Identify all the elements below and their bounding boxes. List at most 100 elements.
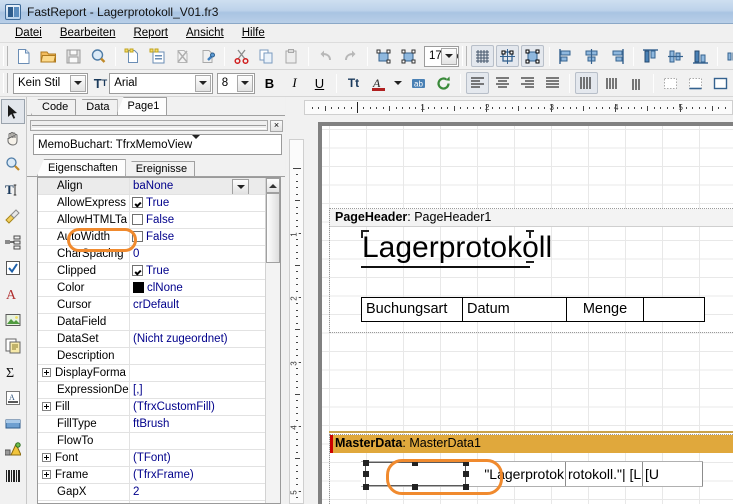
text-align-right-icon[interactable] — [516, 72, 539, 94]
page-settings-icon[interactable] — [196, 45, 219, 67]
property-chevron-down-icon[interactable] — [232, 179, 249, 194]
property-value[interactable]: (TFont) — [130, 450, 265, 466]
preview-icon[interactable] — [87, 45, 110, 67]
expand-plus-icon[interactable] — [42, 470, 51, 479]
text-align-justify-icon[interactable] — [541, 72, 564, 94]
chart-tool-icon[interactable] — [1, 437, 25, 462]
property-value[interactable]: False — [129, 212, 265, 228]
align-left-icon[interactable] — [555, 45, 578, 67]
band-masterdata[interactable]: MasterData: MasterData1 "Lagerprotok rot… — [329, 434, 733, 504]
text-align-center-icon[interactable] — [491, 72, 514, 94]
valign-bottom-icon[interactable] — [625, 72, 648, 94]
barcode-tool-icon[interactable] — [1, 463, 25, 488]
zoom-tool-icon[interactable] — [1, 151, 25, 176]
bold-button[interactable]: B — [258, 72, 281, 94]
property-value[interactable]: True — [129, 195, 265, 211]
hand-tool-icon[interactable] — [1, 125, 25, 150]
underline-button[interactable]: U — [308, 72, 331, 94]
font-combo[interactable]: Arial — [109, 72, 213, 94]
delete-page-icon[interactable] — [171, 45, 194, 67]
tab-eigenschaften[interactable]: Eigenschaften — [37, 159, 126, 176]
property-grid-scrollbar[interactable] — [265, 178, 280, 503]
frame-none-icon[interactable] — [659, 72, 682, 94]
new-dialog-icon[interactable] — [146, 45, 169, 67]
property-value[interactable]: (TfrxCustomFill) — [130, 399, 265, 415]
format-painter-icon[interactable] — [1, 203, 25, 228]
resize-handle-tc[interactable] — [412, 460, 418, 466]
property-grid[interactable]: Align baNone AllowExpress True AllowHTMLTa Fa… — [37, 177, 281, 504]
valign-top-icon[interactable] — [574, 72, 598, 94]
data-cell-2[interactable]: "Lagerprotok — [462, 462, 566, 486]
chevron-down-icon[interactable] — [441, 47, 458, 65]
chevron-down-icon[interactable] — [236, 74, 253, 92]
tab-page1[interactable]: Page1 — [116, 97, 168, 115]
property-row[interactable]: AutoWidth False — [38, 229, 265, 246]
table-header-cell-menge[interactable]: Menge — [567, 298, 644, 321]
rich-text-tool-icon[interactable]: A — [1, 281, 25, 306]
text-tool-icon[interactable]: T — [1, 177, 25, 202]
property-row[interactable]: AllowHTMLTa False — [38, 212, 265, 229]
frame-bottom-icon[interactable] — [684, 72, 707, 94]
redo-icon[interactable] — [339, 45, 362, 67]
expand-plus-icon[interactable] — [42, 453, 51, 462]
property-checkbox[interactable] — [132, 214, 143, 225]
close-icon[interactable]: × — [270, 119, 283, 132]
property-value[interactable]: False — [129, 229, 265, 245]
align-middle-icon[interactable] — [664, 45, 687, 67]
resize-handle-tl[interactable] — [363, 460, 369, 466]
property-value[interactable]: 2 — [130, 484, 265, 500]
property-row[interactable]: GapY1 — [38, 501, 265, 503]
table-header-cell-datum[interactable]: Datum — [463, 298, 567, 321]
toolbar-grip[interactable] — [462, 46, 468, 66]
space-horizontally-icon[interactable] — [723, 45, 733, 67]
property-row[interactable]: DataSet (Nicht zugeordnet) — [38, 331, 265, 348]
text-align-left-icon[interactable] — [465, 72, 489, 94]
tab-data[interactable]: Data — [75, 99, 118, 115]
save-report-icon[interactable] — [62, 45, 85, 67]
menu-item-datei[interactable]: Datei — [6, 25, 51, 41]
resize-handle-br[interactable] — [463, 484, 469, 490]
expand-plus-icon[interactable] — [42, 368, 51, 377]
color-swatch-icon[interactable] — [133, 282, 144, 293]
group-icon[interactable] — [373, 45, 396, 67]
property-value[interactable]: baNone — [130, 178, 265, 194]
scrollbar-track[interactable] — [266, 263, 280, 503]
table-header-row[interactable]: Buchungsart Datum Menge — [361, 297, 705, 322]
object-selector-combo[interactable]: MemoBuchart: TfrxMemoView — [33, 134, 282, 155]
property-row[interactable]: Description — [38, 348, 265, 365]
menu-item-ansicht[interactable]: Ansicht — [177, 25, 233, 41]
chevron-down-icon[interactable] — [194, 74, 211, 92]
scroll-up-icon[interactable] — [266, 178, 280, 193]
property-row[interactable]: Clipped True — [38, 263, 265, 280]
chevron-down-icon[interactable] — [69, 74, 86, 92]
picture-tool-icon[interactable] — [1, 307, 25, 332]
inspector-drag-handle[interactable] — [30, 120, 268, 131]
font-color-icon[interactable]: A — [367, 72, 390, 94]
property-row[interactable]: GapX 2 — [38, 484, 265, 501]
property-row[interactable]: CharSpacing 0 — [38, 246, 265, 263]
zoom-combo[interactable]: 170% — [424, 45, 460, 67]
property-value[interactable]: 1 — [130, 501, 265, 503]
property-checkbox[interactable] — [132, 197, 143, 208]
italic-button[interactable]: I — [283, 72, 306, 94]
font-size-combo[interactable]: 8 — [216, 72, 255, 94]
property-row[interactable]: Font (TFont) — [38, 450, 265, 467]
property-row[interactable]: FillType ftBrush — [38, 416, 265, 433]
align-right-icon[interactable] — [605, 45, 628, 67]
property-value[interactable]: 0 — [130, 246, 265, 262]
property-value[interactable]: (Nicht zugeordnet) — [130, 331, 265, 347]
expand-plus-icon[interactable] — [42, 402, 51, 411]
cut-icon[interactable] — [230, 45, 253, 67]
sum-tool-icon[interactable]: Σ — [1, 359, 25, 384]
property-row[interactable]: FlowTo — [38, 433, 265, 450]
band-pageheader[interactable]: PageHeader: PageHeader1 Lagerprotokoll B… — [329, 208, 733, 333]
copy-icon[interactable] — [255, 45, 278, 67]
property-row[interactable]: AllowExpress True — [38, 195, 265, 212]
toolbar-grip[interactable] — [3, 46, 8, 66]
frame-all-icon[interactable] — [709, 72, 732, 94]
align-center-horizontal-icon[interactable] — [580, 45, 603, 67]
new-report-icon[interactable] — [12, 45, 35, 67]
menu-item-report[interactable]: Report — [124, 25, 177, 41]
property-value[interactable]: crDefault — [130, 297, 265, 313]
resize-handle-tr[interactable] — [463, 460, 469, 466]
